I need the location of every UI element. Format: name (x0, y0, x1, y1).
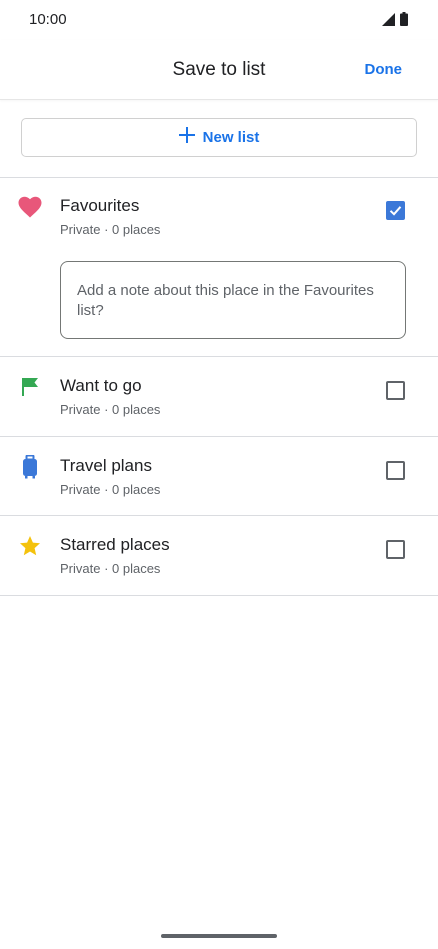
list-meta: Private · 0 places (60, 402, 161, 417)
list-name: Starred places (60, 535, 170, 554)
note-placeholder: Add a note about this place in the Favou… (77, 282, 374, 319)
want-to-go-checkbox[interactable] (386, 381, 405, 400)
list-item-travel-plans[interactable]: Travel plans Private · 0 places (0, 437, 438, 515)
list-name: Favourites (60, 196, 140, 215)
new-list-label: New list (202, 129, 260, 146)
travel-plans-checkbox[interactable] (386, 461, 405, 480)
list-meta: Private · 0 places (60, 561, 161, 576)
heart-icon (18, 195, 42, 219)
favourites-checkbox[interactable] (386, 201, 405, 220)
status-icons (382, 12, 408, 31)
signal-icon (382, 12, 395, 31)
plus-icon (178, 127, 195, 148)
list-item-starred-places[interactable]: Starred places Private · 0 places (0, 516, 438, 594)
list-meta: Private · 0 places (60, 222, 161, 237)
starred-places-checkbox[interactable] (386, 540, 405, 559)
app-bar: Save to list Done (0, 40, 438, 100)
done-button[interactable]: Done (365, 61, 403, 78)
list-meta: Private · 0 places (60, 482, 161, 497)
new-list-button[interactable]: New list (21, 118, 417, 157)
star-icon (18, 534, 42, 558)
status-bar: 10:00 (0, 0, 438, 40)
list-name: Want to go (60, 376, 142, 395)
list-item-favourites[interactable]: Favourites Private · 0 places (0, 177, 438, 255)
status-time: 10:00 (29, 11, 67, 28)
note-input[interactable]: Add a note about this place in the Favou… (60, 261, 406, 339)
list-item-want-to-go[interactable]: Want to go Private · 0 places (0, 357, 438, 435)
home-indicator[interactable] (161, 934, 277, 938)
flag-icon (18, 375, 42, 399)
suitcase-icon (18, 455, 42, 479)
divider (0, 595, 438, 596)
list-name: Travel plans (60, 456, 152, 475)
battery-icon (400, 12, 408, 31)
